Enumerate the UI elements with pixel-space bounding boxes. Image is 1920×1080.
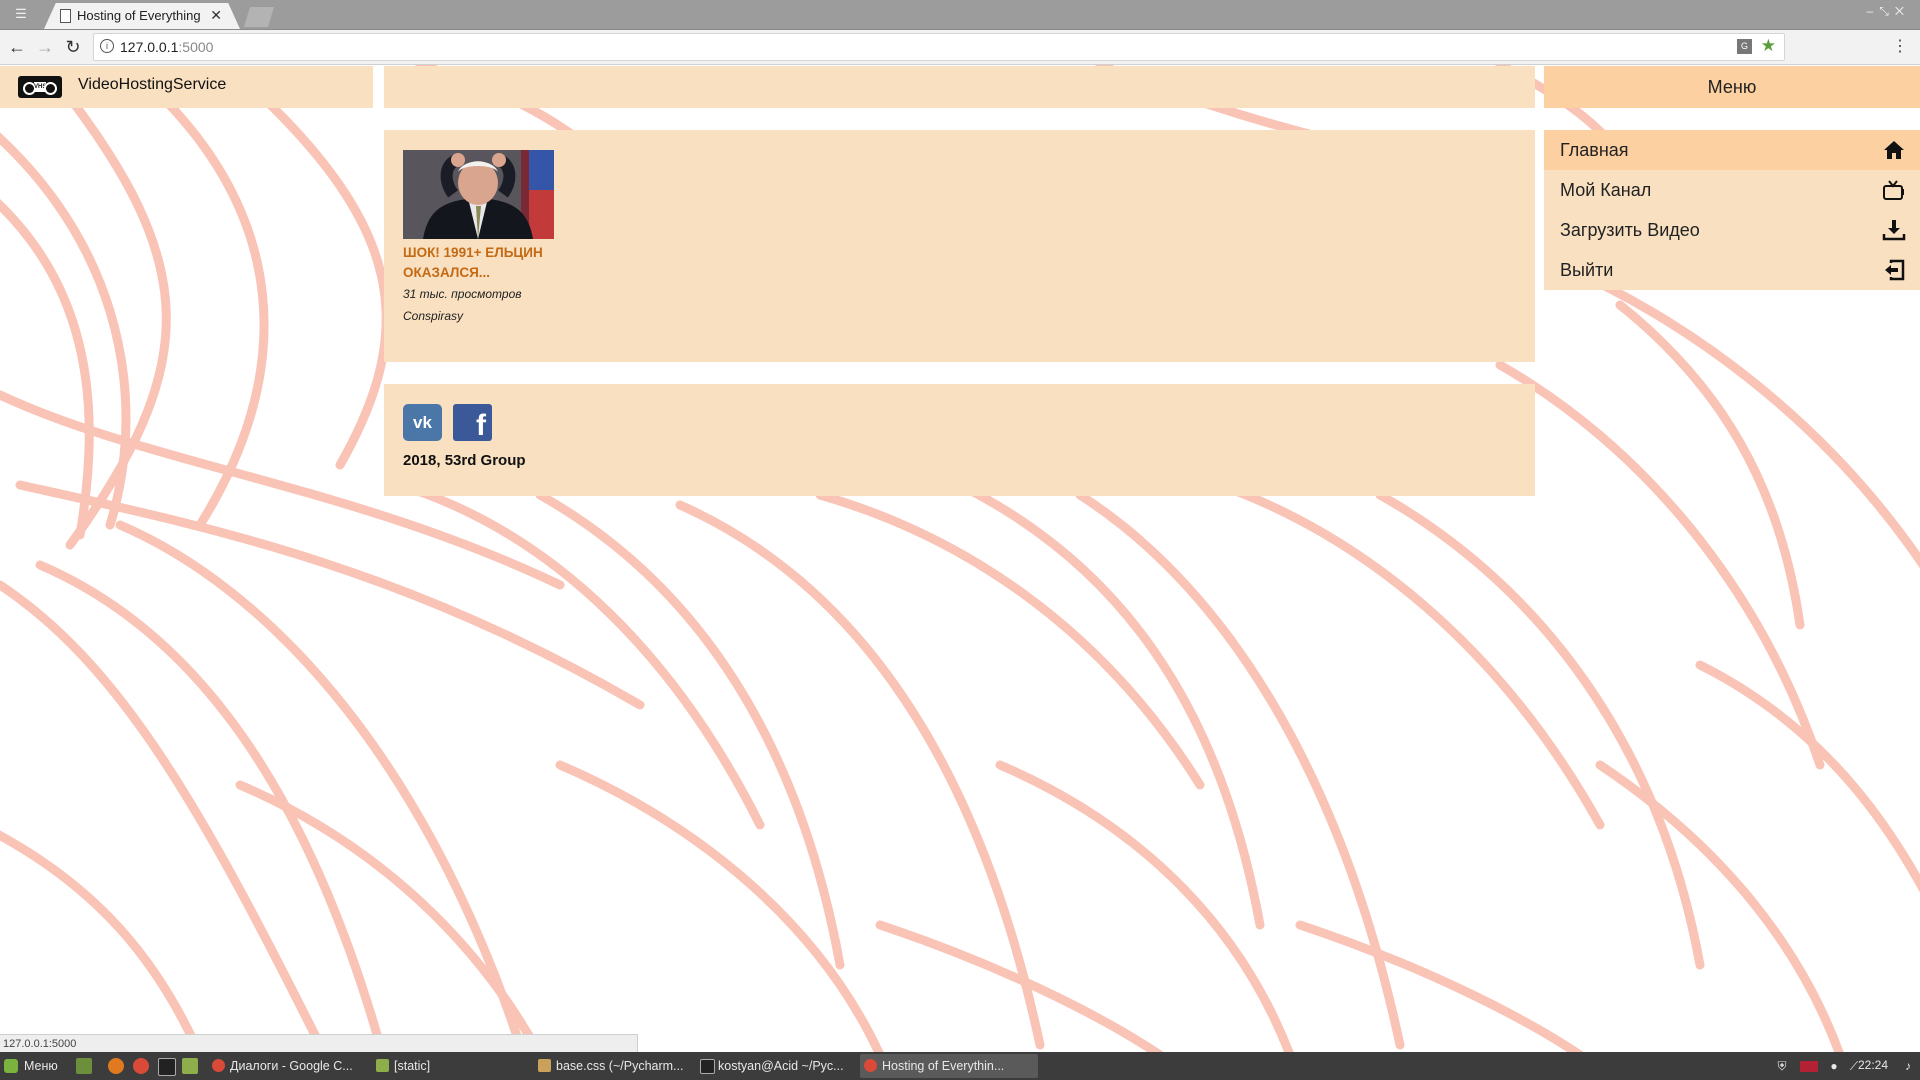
volume-icon[interactable]: ♪ (1900, 1058, 1916, 1074)
sidebar-item-upload-video[interactable]: Загрузить Видео (1544, 210, 1920, 250)
page-viewport: VHS VideoHostingService Меню ШОК! 1991+ … (0, 65, 1920, 1052)
logout-icon (1885, 259, 1905, 281)
folder-icon (376, 1059, 389, 1072)
home-icon (1884, 141, 1904, 159)
sidebar-item-label: Загрузить Видео (1560, 220, 1700, 240)
taskbar-task[interactable]: base.css (~/Pycharm... (534, 1054, 706, 1078)
address-bar[interactable]: i 127.0.0.1:5000 G ★ (93, 33, 1785, 61)
video-feed-panel: ШОК! 1991+ ЕЛЬЦИН ОКАЗАЛСЯ... 31 тыс. пр… (384, 130, 1535, 362)
tab-title: Hosting of Everything (77, 8, 201, 23)
window-menu-icon[interactable]: ☰ (10, 6, 32, 22)
tv-icon (1883, 180, 1904, 200)
translate-icon[interactable]: G (1737, 39, 1752, 54)
status-url-bubble: 127.0.0.1:5000 (0, 1034, 638, 1052)
minimize-icon[interactable]: – (1867, 4, 1880, 18)
site-header-brand: VHS VideoHostingService (0, 66, 373, 108)
video-views: 31 тыс. просмотров (403, 287, 522, 301)
files-icon[interactable] (182, 1058, 198, 1074)
taskbar-task[interactable]: Диалоги - Google C... (208, 1054, 380, 1078)
task-label: Hosting of Everythin... (882, 1059, 1005, 1073)
task-label: [static] (394, 1059, 431, 1073)
os-taskbar: Меню Диалоги - Google C... [static] base… (0, 1052, 1920, 1080)
sidebar-item-label: Выйти (1560, 260, 1614, 280)
page-icon (60, 9, 71, 23)
browser-tab-bar: ☰ Hosting of Everything ✕ –⤡✕ (0, 0, 1920, 30)
restore-icon[interactable]: ⤡ (1879, 4, 1895, 18)
vhs-logo-icon[interactable]: VHS (18, 76, 62, 98)
shield-icon[interactable]: ⛨ (1774, 1058, 1790, 1074)
site-name[interactable]: VideoHostingService (78, 76, 226, 94)
new-tab-button[interactable] (244, 7, 274, 27)
user-icon[interactable]: ● (1826, 1058, 1842, 1074)
terminal-icon[interactable] (158, 1058, 176, 1076)
taskbar-task-active[interactable]: Hosting of Everythin... (860, 1054, 1038, 1078)
task-label: base.css (~/Pycharm... (556, 1059, 684, 1073)
site-footer: vk f 2018, 53rd Group (384, 384, 1535, 496)
task-label: Диалоги - Google C... (230, 1059, 353, 1073)
browser-menu-icon[interactable]: ⋮ (1892, 36, 1908, 56)
bookmark-star-icon[interactable]: ★ (1761, 36, 1776, 56)
menu-header: Меню (1544, 66, 1920, 108)
window-controls[interactable]: –⤡✕ (1867, 4, 1910, 19)
video-thumbnail[interactable] (403, 150, 554, 239)
download-icon (1882, 220, 1906, 241)
site-header-bar (384, 66, 1535, 108)
forward-arrow-icon[interactable]: → (34, 36, 56, 58)
show-desktop-icon[interactable] (76, 1058, 92, 1074)
start-menu-button[interactable]: Меню (4, 1056, 58, 1076)
vk-icon[interactable]: vk (403, 404, 442, 441)
sidebar-item-my-channel[interactable]: Мой Канал (1544, 170, 1920, 210)
tab-close-icon[interactable]: ✕ (210, 7, 222, 24)
sidebar-menu: Главная Мой Канал Загрузить Видео Выйти (1544, 130, 1920, 290)
clock[interactable]: 22:24 (1858, 1058, 1888, 1072)
terminal-icon (700, 1059, 715, 1074)
keyboard-layout-flag-icon[interactable] (1800, 1061, 1818, 1072)
logo-text: VHS (34, 82, 47, 92)
video-card[interactable]: ШОК! 1991+ ЕЛЬЦИН ОКАЗАЛСЯ... 31 тыс. пр… (403, 150, 563, 327)
taskbar-task[interactable]: [static] (372, 1054, 544, 1078)
site-info-icon[interactable]: i (100, 39, 114, 53)
url-host: 127.0.0.1 (120, 39, 179, 55)
facebook-icon[interactable]: f (453, 404, 492, 441)
chrome-icon[interactable] (133, 1058, 149, 1074)
browser-toolbar: ← → ↻ i 127.0.0.1:5000 G ★ ⋮ (0, 30, 1920, 65)
copyright-text: 2018, 53rd Group (403, 452, 526, 469)
reload-icon[interactable]: ↻ (62, 36, 84, 58)
firefox-icon[interactable] (108, 1058, 124, 1074)
editor-icon (538, 1059, 551, 1072)
task-label: kostyan@Acid ~/Pyc... (718, 1059, 844, 1073)
sidebar-item-label: Главная (1560, 140, 1629, 160)
sidebar-item-label: Мой Канал (1560, 180, 1652, 200)
back-arrow-icon[interactable]: ← (6, 36, 28, 58)
video-title-link[interactable]: ШОК! 1991+ ЕЛЬЦИН ОКАЗАЛСЯ... (403, 243, 563, 283)
chrome-icon (864, 1059, 877, 1072)
sidebar-item-logout[interactable]: Выйти (1544, 250, 1920, 290)
video-thumbnail-image (403, 150, 554, 239)
browser-tab-active[interactable]: Hosting of Everything ✕ (44, 3, 240, 29)
url-port: :5000 (178, 39, 214, 55)
address-url[interactable]: 127.0.0.1:5000 (120, 39, 213, 55)
close-window-icon[interactable]: ✕ (1895, 4, 1910, 18)
taskbar-task[interactable]: kostyan@Acid ~/Pyc... (696, 1054, 868, 1078)
sidebar-item-home[interactable]: Главная (1544, 130, 1920, 170)
chrome-icon (212, 1059, 225, 1072)
video-channel-link[interactable]: Conspirasy (403, 305, 563, 327)
